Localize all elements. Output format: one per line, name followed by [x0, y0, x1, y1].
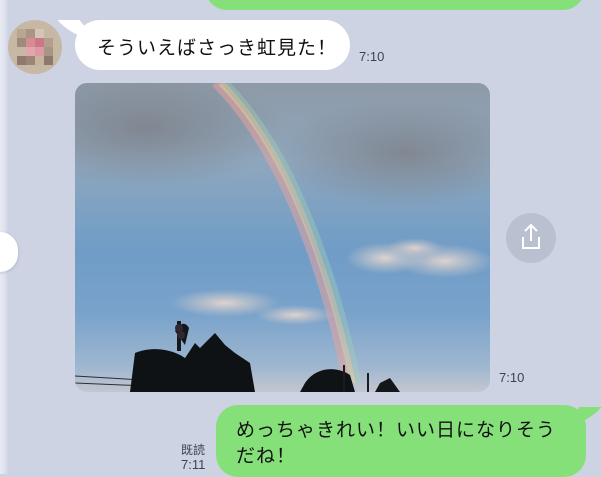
- avatar[interactable]: [8, 20, 62, 74]
- outgoing-message-time: 7:11: [181, 457, 206, 472]
- outgoing-message-text: めっちゃきれい！いい日になりそうだね！: [236, 419, 557, 467]
- rainbow-photo[interactable]: [75, 83, 490, 392]
- rainbow-photo-art: [75, 83, 490, 392]
- image-message-time: 7:10: [499, 370, 525, 385]
- side-handle[interactable]: [0, 232, 18, 272]
- message-time: 7:10: [359, 49, 385, 64]
- share-button[interactable]: [506, 213, 556, 263]
- read-receipt: 既読: [181, 443, 206, 457]
- share-icon: [522, 223, 540, 249]
- incoming-message-text: そういえばさっき虹見た！: [97, 37, 338, 59]
- outgoing-message-bubble[interactable]: めっちゃきれい！いい日になりそうだね！: [216, 405, 586, 477]
- previous-outgoing-bubble: [205, 0, 585, 10]
- incoming-message-bubble[interactable]: そういえばさっき虹見た！: [75, 20, 350, 70]
